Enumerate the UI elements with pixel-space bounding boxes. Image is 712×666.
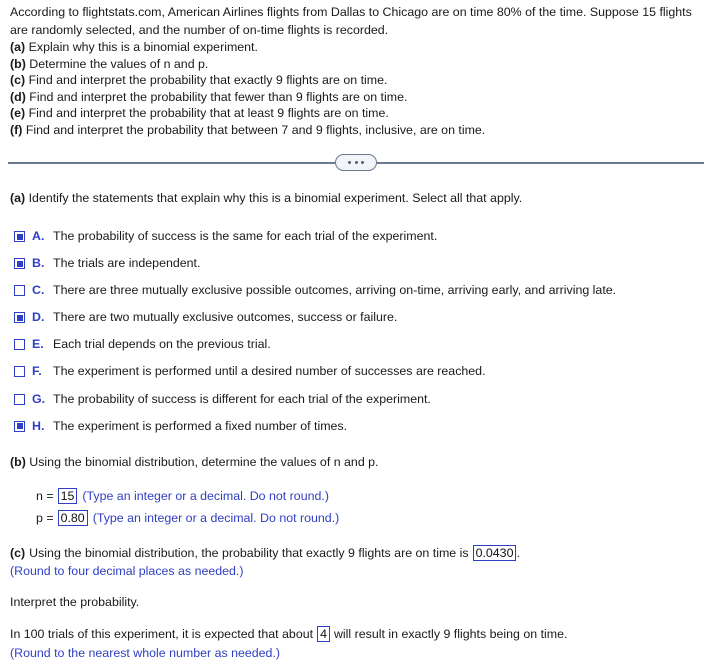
choice-text-g: The probability of success is different …	[53, 391, 431, 406]
choice-letter-c: C.	[32, 283, 45, 298]
choice-row-g[interactable]: G. The probability of success is differe…	[14, 392, 704, 419]
ellipsis-icon[interactable]	[335, 154, 377, 171]
choice-letter-d: D.	[32, 310, 45, 325]
checkbox-d[interactable]	[14, 312, 25, 324]
choice-row-e[interactable]: E. Each trial depends on the previous tr…	[14, 337, 704, 364]
problem-part-f: (f) Find and interpret the probability t…	[10, 122, 707, 139]
choice-text-b: The trials are independent.	[53, 256, 201, 271]
checkbox-g[interactable]	[14, 393, 25, 405]
interpret-round-hint: (Round to the nearest whole number as ne…	[10, 646, 281, 660]
ellipsis-dot-3	[361, 161, 364, 164]
choice-text-a: The probability of success is the same f…	[53, 229, 438, 243]
choice-row-h[interactable]: H. The experiment is performed a fixed n…	[14, 419, 704, 446]
part-b-prompt: (b) Using the binomial distribution, det…	[10, 455, 379, 469]
n-hint: (Type an integer or a decimal. Do not ro…	[82, 489, 329, 503]
checkbox-c[interactable]	[14, 285, 25, 297]
ellipsis-dot-2	[354, 161, 358, 164]
part-c-text-before: Using the binomial distribution, the pro…	[29, 546, 469, 560]
choice-row-c[interactable]: C. There are three mutually exclusive po…	[14, 283, 704, 310]
part-text-e: Find and interpret the probability that …	[28, 106, 389, 121]
checkbox-a[interactable]	[14, 231, 25, 242]
part-a-prompt-text: Identify the statements that explain why…	[28, 191, 523, 205]
p-label: p =	[36, 511, 54, 525]
part-label-b: (b)	[10, 56, 26, 71]
problem-part-c: (c) Find and interpret the probability t…	[10, 72, 707, 89]
choice-text-c: There are three mutually exclusive possi…	[53, 283, 617, 298]
part-a-prompt: (a) Identify the statements that explain…	[10, 191, 522, 205]
choice-row-f[interactable]: F. The experiment is performed until a d…	[14, 364, 704, 391]
choice-text-e: Each trial depends on the previous trial…	[53, 337, 271, 352]
checkbox-h[interactable]	[14, 420, 25, 432]
checkbox-e[interactable]	[14, 339, 25, 351]
part-text-b: Determine the values of n and p.	[29, 56, 209, 71]
choice-letter-e: E.	[32, 337, 44, 352]
p-row: p = 0.80 (Type an integer or a decimal. …	[36, 507, 339, 529]
interpret-count-input[interactable]: 4	[317, 626, 330, 642]
choice-row-d[interactable]: D. There are two mutually exclusive outc…	[14, 310, 704, 337]
choice-letter-a: A.	[32, 229, 45, 243]
part-text-f: Find and interpret the probability that …	[25, 122, 486, 137]
problem-part-d: (d) Find and interpret the probability t…	[10, 89, 707, 106]
interpret-line: In 100 trials of this experiment, it is …	[10, 626, 567, 642]
p-input[interactable]: 0.80	[57, 510, 88, 526]
p-hint: (Type an integer or a decimal. Do not ro…	[92, 511, 340, 525]
choice-row-b[interactable]: B. The trials are independent.	[14, 256, 704, 283]
part-c-period: .	[516, 546, 520, 560]
np-rows: n = 15 (Type an integer or a decimal. Do…	[36, 485, 339, 529]
problem-part-e: (e) Find and interpret the probability t…	[10, 105, 707, 122]
part-c-label: (c)	[10, 546, 26, 560]
choice-text-h: The experiment is performed a fixed numb…	[53, 418, 348, 433]
part-c-probability-input[interactable]: 0.0430	[472, 545, 517, 561]
problem-stem: According to flightstats.com, American A…	[10, 5, 692, 37]
checkbox-b[interactable]	[14, 258, 25, 270]
part-label-a: (a)	[10, 40, 26, 55]
n-input[interactable]: 15	[57, 488, 78, 504]
part-label-f: (f)	[10, 122, 23, 137]
ellipsis-dot-1	[348, 161, 351, 164]
part-label-e: (e)	[10, 106, 26, 121]
choice-text-f: The experiment is performed until a desi…	[53, 364, 486, 379]
choice-list: A. The probability of success is the sam…	[14, 229, 704, 446]
choice-row-a[interactable]: A. The probability of success is the sam…	[14, 229, 704, 256]
part-label-d: (d)	[10, 89, 26, 104]
choice-text-d: There are two mutually exclusive outcome…	[53, 310, 398, 325]
checkbox-f[interactable]	[14, 366, 25, 378]
choice-letter-h: H.	[32, 418, 45, 433]
n-row: n = 15 (Type an integer or a decimal. Do…	[36, 485, 339, 507]
interpret-text-after: will result in exactly 9 flights being o…	[333, 627, 568, 641]
part-label-c: (c)	[10, 73, 26, 88]
part-c-line: (c) Using the binomial distribution, the…	[10, 545, 520, 561]
part-b-prompt-text: Using the binomial distribution, determi…	[29, 455, 379, 469]
part-a-prompt-label: (a)	[10, 191, 26, 205]
interpret-heading: Interpret the probability.	[10, 595, 140, 609]
part-text-c: Find and interpret the probability that …	[28, 73, 388, 88]
n-label: n =	[36, 489, 54, 503]
part-text-a: Explain why this is a binomial experimen…	[28, 40, 258, 55]
choice-letter-f: F.	[32, 364, 42, 379]
problem-part-b: (b) Determine the values of n and p.	[10, 56, 707, 73]
part-b-prompt-label: (b)	[10, 455, 26, 469]
interpret-text-before: In 100 trials of this experiment, it is …	[10, 627, 314, 641]
problem-statement: According to flightstats.com, American A…	[10, 4, 707, 138]
choice-letter-g: G.	[32, 391, 46, 406]
choice-letter-b: B.	[32, 256, 45, 271]
section-divider	[8, 154, 704, 174]
part-c-round-hint: (Round to four decimal places as needed.…	[10, 564, 244, 578]
part-text-d: Find and interpret the probability that …	[29, 89, 408, 104]
problem-part-a: (a) Explain why this is a binomial exper…	[10, 39, 707, 56]
